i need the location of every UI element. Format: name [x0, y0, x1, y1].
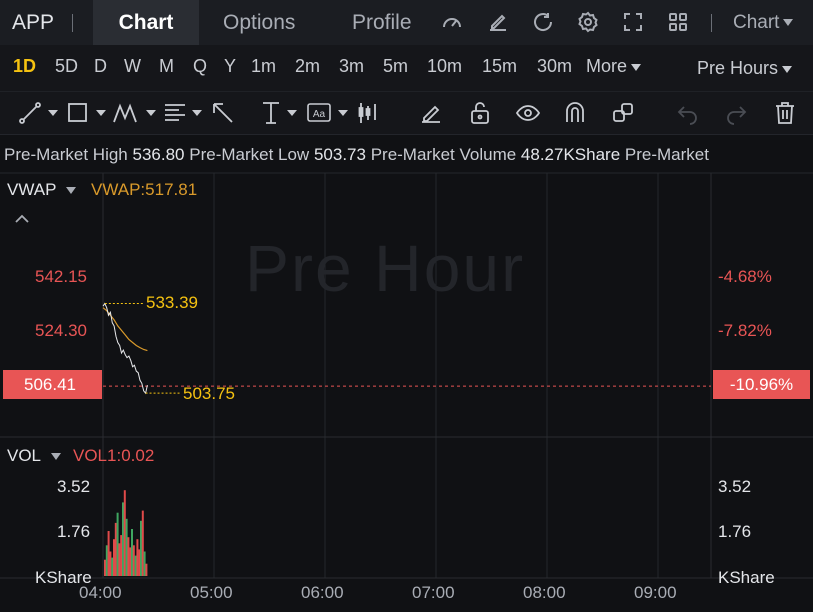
- right-tick-high: -4.68%: [718, 267, 772, 286]
- high-marker: 533.39: [146, 293, 198, 312]
- volume-bar: [140, 520, 142, 576]
- volume-bar: [143, 551, 146, 576]
- vol-left-tick-mid: 1.76: [57, 522, 91, 541]
- volume-bar: [104, 559, 106, 576]
- vol-right-tick-high: 3.52: [718, 477, 752, 496]
- volume-bar: [136, 539, 139, 576]
- watermark-text: Pre Hour: [245, 231, 526, 305]
- volume-bar: [118, 543, 121, 576]
- time-tick-0800: 08:00: [523, 583, 566, 602]
- volume-bar: [109, 551, 112, 576]
- volume-bar: [141, 510, 144, 576]
- chevron-down-icon: [51, 453, 62, 461]
- time-tick-0500: 05:00: [190, 583, 233, 602]
- vwap-value: VWAP:517.81: [91, 180, 197, 200]
- volume-bar: [132, 545, 135, 576]
- volume-bar: [120, 535, 123, 576]
- low-marker: 503.75: [183, 384, 235, 403]
- volume-bar: [116, 512, 119, 576]
- indicator-label: VWAP: [7, 180, 57, 199]
- volume-bar: [107, 531, 110, 576]
- time-tick-0700: 07:00: [412, 583, 455, 602]
- volume-bar: [105, 545, 108, 576]
- volume-bar: [138, 549, 141, 576]
- chevron-up-icon[interactable]: [14, 213, 30, 225]
- vol-indicator-selector[interactable]: VOL: [7, 446, 62, 466]
- volume-bar: [122, 502, 124, 576]
- vwap-value-text: VWAP:517.81: [91, 180, 198, 199]
- vol-value: VOL1:0.02: [73, 446, 155, 465]
- volume-bar: [129, 547, 132, 576]
- volume-bar: [134, 555, 137, 576]
- volume-bar: [111, 557, 114, 576]
- volume-bar: [125, 518, 128, 576]
- vol-right-unit: KShare: [718, 568, 775, 587]
- chevron-down-icon: [66, 187, 77, 195]
- vol-right-tick-mid: 1.76: [718, 522, 752, 541]
- vol-indicator-label: VOL: [7, 446, 42, 465]
- price-chart[interactable]: [0, 0, 813, 612]
- volume-bar: [145, 563, 148, 576]
- current-price-tag: 506.41: [3, 370, 102, 399]
- current-change-tag: -10.96%: [713, 370, 810, 399]
- time-tick-0900: 09:00: [634, 583, 677, 602]
- volume-bar: [131, 529, 133, 576]
- indicator-selector[interactable]: VWAP: [7, 180, 77, 200]
- vol-left-tick-high: 3.52: [57, 477, 91, 496]
- right-tick-mid: -7.82%: [718, 321, 772, 340]
- volume-bar: [127, 537, 130, 576]
- time-tick-0600: 06:00: [301, 583, 344, 602]
- volume-bar: [123, 490, 126, 576]
- time-tick-0400: 04:00: [79, 583, 122, 602]
- left-tick-high: 542.15: [35, 267, 87, 286]
- left-tick-mid: 524.30: [35, 321, 87, 340]
- volume-bar: [114, 522, 117, 576]
- volume-bar: [113, 539, 115, 576]
